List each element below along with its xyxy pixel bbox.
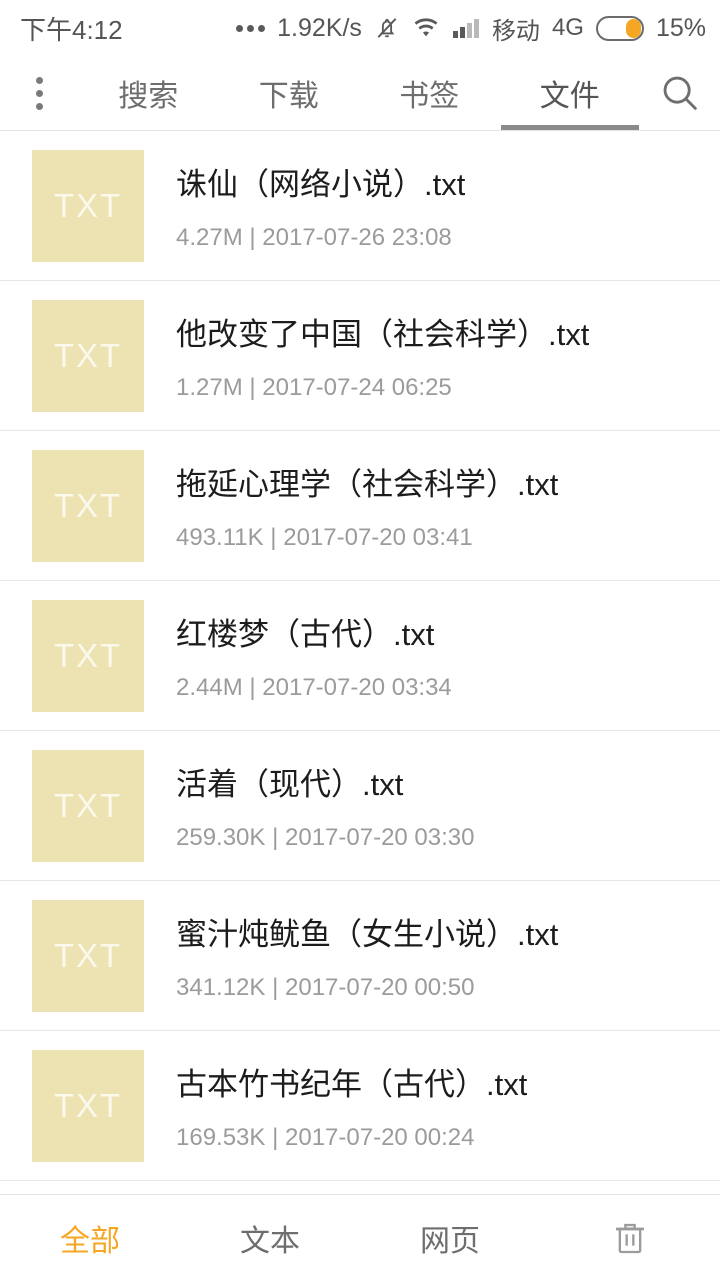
- wifi-icon: [412, 16, 440, 40]
- meta-separator: |: [242, 224, 263, 251]
- status-bar: 下午4:12 1.92K/s 移动 4G 15%: [0, 0, 720, 56]
- txt-file-thumbnail: TXT: [32, 749, 144, 862]
- file-name: 红楼梦（古代）.txt: [176, 617, 435, 652]
- tab-bookmarks-label: 书签: [399, 80, 460, 113]
- table-row[interactable]: TXT 他改变了中国（社会科学）.txt 1.27M | 2017-07-24 …: [0, 281, 720, 431]
- file-date: 2017-07-20 03:41: [283, 524, 473, 551]
- file-subtitle: 1.27M | 2017-07-24 06:25: [176, 374, 589, 402]
- file-name: 蜜汁炖鱿鱼（女生小说）.txt: [176, 917, 559, 952]
- battery-percent-label: 15%: [655, 13, 706, 42]
- file-meta: 诛仙（网络小说）.txt 4.27M | 2017-07-26 23:08: [176, 159, 465, 252]
- meta-separator: |: [242, 674, 263, 701]
- file-size: 493.11K: [176, 524, 264, 551]
- file-date: 2017-07-20 03:34: [262, 674, 452, 701]
- file-date: 2017-07-24 06:25: [262, 374, 452, 401]
- file-subtitle: 2.44M | 2017-07-20 03:34: [176, 674, 452, 702]
- file-meta: 拖延心理学（社会科学）.txt 493.11K | 2017-07-20 03:…: [176, 459, 558, 552]
- table-row[interactable]: TXT 诛仙（网络小说）.txt 4.27M | 2017-07-26 23:0…: [0, 131, 720, 281]
- cellular-signal-icon: [452, 16, 480, 40]
- file-meta: 红楼梦（古代）.txt 2.44M | 2017-07-20 03:34: [176, 609, 452, 702]
- meta-separator: |: [242, 374, 263, 401]
- txt-file-thumbnail: TXT: [32, 1049, 144, 1162]
- txt-file-thumbnail: TXT: [32, 899, 144, 1012]
- filter-all[interactable]: 全部: [0, 1195, 180, 1280]
- tab-files[interactable]: 文件: [500, 56, 641, 130]
- search-icon[interactable]: [640, 56, 720, 130]
- bottom-filter-bar: 全部 文本 网页: [0, 1194, 720, 1280]
- txt-file-thumbnail: TXT: [32, 449, 144, 562]
- file-meta: 古本竹书纪年（古代）.txt 169.53K | 2017-07-20 00:2…: [176, 1059, 527, 1152]
- filter-all-label: 全部: [60, 1225, 120, 1258]
- tab-strip: 搜索 下载 书签 文件: [78, 56, 640, 130]
- three-dots-icon: [236, 24, 266, 32]
- table-row[interactable]: TXT 古本竹书纪年（古代）.txt 169.53K | 2017-07-20 …: [0, 1031, 720, 1181]
- file-list[interactable]: TXT 诛仙（网络小说）.txt 4.27M | 2017-07-26 23:0…: [0, 131, 720, 1194]
- carrier-label: 移动: [491, 17, 540, 45]
- meta-separator: |: [265, 974, 285, 1001]
- file-name: 诛仙（网络小说）.txt: [176, 167, 466, 202]
- file-date: 2017-07-20 00:50: [285, 974, 475, 1001]
- file-size: 4.27M: [176, 224, 243, 251]
- file-subtitle: 4.27M | 2017-07-26 23:08: [176, 224, 465, 252]
- file-size: 169.53K: [176, 1124, 266, 1151]
- filter-text[interactable]: 文本: [180, 1195, 360, 1280]
- bell-muted-icon: [374, 15, 400, 41]
- filter-webpage-label: 网页: [420, 1225, 480, 1258]
- file-size: 1.27M: [176, 374, 243, 401]
- status-clock: 下午4:12: [20, 14, 123, 45]
- tab-downloads-label: 下载: [258, 80, 319, 113]
- file-date: 2017-07-20 00:24: [285, 1124, 475, 1151]
- filter-text-label: 文本: [240, 1225, 300, 1258]
- network-speed-label: 1.92K/s: [277, 13, 362, 42]
- file-meta: 蜜汁炖鱿鱼（女生小说）.txt 341.12K | 2017-07-20 00:…: [176, 909, 558, 1002]
- overflow-menu-icon[interactable]: [0, 56, 78, 130]
- table-row[interactable]: TXT 拖延心理学（社会科学）.txt 493.11K | 2017-07-20…: [0, 431, 720, 581]
- file-name: 拖延心理学（社会科学）.txt: [176, 467, 559, 502]
- tab-search-label: 搜索: [118, 80, 179, 113]
- file-subtitle: 341.12K | 2017-07-20 00:50: [176, 974, 558, 1002]
- txt-file-thumbnail: TXT: [32, 599, 144, 712]
- file-name: 古本竹书纪年（古代）.txt: [176, 1067, 528, 1102]
- table-row[interactable]: TXT 活着（现代）.txt 259.30K | 2017-07-20 03:3…: [0, 731, 720, 881]
- table-row[interactable]: TXT 红楼梦（古代）.txt 2.44M | 2017-07-20 03:34: [0, 581, 720, 731]
- txt-file-thumbnail: TXT: [32, 299, 144, 412]
- network-gen-label: 4G: [551, 14, 584, 41]
- file-size: 341.12K: [176, 974, 266, 1001]
- file-subtitle: 259.30K | 2017-07-20 03:30: [176, 824, 475, 852]
- tab-search[interactable]: 搜索: [78, 56, 219, 130]
- file-meta: 活着（现代）.txt 259.30K | 2017-07-20 03:30: [176, 759, 475, 852]
- tab-downloads[interactable]: 下载: [219, 56, 360, 130]
- top-tab-bar: 搜索 下载 书签 文件: [0, 56, 720, 130]
- txt-file-thumbnail: TXT: [32, 149, 144, 262]
- file-subtitle: 493.11K | 2017-07-20 03:41: [176, 524, 558, 552]
- table-row[interactable]: TXT 蜜汁炖鱿鱼（女生小说）.txt 341.12K | 2017-07-20…: [0, 881, 720, 1031]
- tab-files-label: 文件: [539, 80, 600, 113]
- file-date: 2017-07-20 03:30: [285, 824, 475, 851]
- file-size: 2.44M: [176, 674, 243, 701]
- file-meta: 他改变了中国（社会科学）.txt 1.27M | 2017-07-24 06:2…: [176, 309, 589, 402]
- meta-separator: |: [263, 524, 284, 551]
- battery-icon: [595, 15, 644, 41]
- file-subtitle: 169.53K | 2017-07-20 00:24: [176, 1124, 527, 1152]
- trash-icon[interactable]: [540, 1195, 720, 1280]
- file-date: 2017-07-26 23:08: [262, 224, 452, 251]
- filter-webpage[interactable]: 网页: [360, 1195, 540, 1280]
- file-size: 259.30K: [176, 824, 266, 851]
- tab-bookmarks[interactable]: 书签: [359, 56, 500, 130]
- meta-separator: |: [265, 1124, 285, 1151]
- file-name: 活着（现代）.txt: [176, 767, 404, 802]
- status-indicators: 1.92K/s 移动 4G 15%: [236, 11, 706, 46]
- file-name: 他改变了中国（社会科学）.txt: [176, 317, 590, 352]
- meta-separator: |: [265, 824, 285, 851]
